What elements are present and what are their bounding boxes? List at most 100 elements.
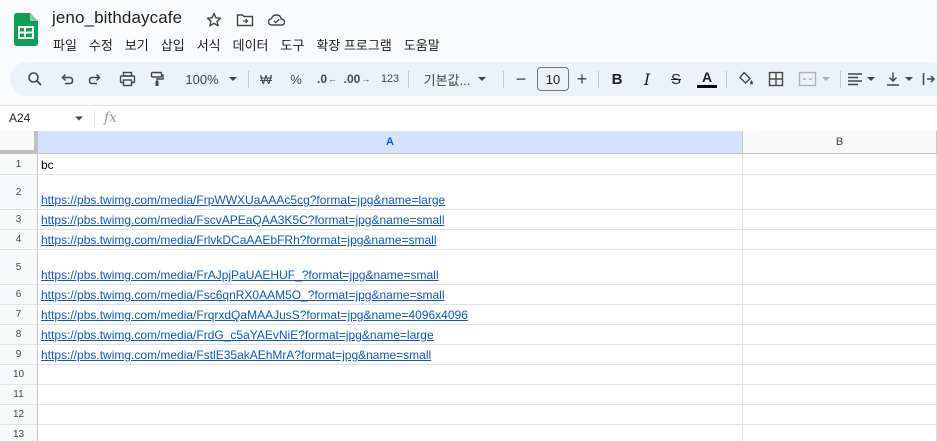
bold-button[interactable]: B [606,62,628,96]
row-header[interactable]: 3 [0,210,38,230]
toolbar: 100% ₩ % .0 ← .00 → 123 기본값... − 10 + B I … [10,62,937,96]
cell-a[interactable]: https://pbs.twimg.com/media/FrlvkDCaAAEb… [38,230,743,250]
menu-edit[interactable]: 수정 [83,33,119,56]
cell-b[interactable] [743,345,937,365]
cell-a[interactable] [38,425,743,441]
align-left-icon[interactable] [846,62,878,96]
cell-b[interactable] [743,154,937,175]
star-icon[interactable] [203,9,225,31]
select-all-corner[interactable] [0,131,38,154]
menu-format[interactable]: 서식 [191,33,227,56]
font-size-increase-button[interactable]: + [572,62,592,96]
strikethrough-button[interactable]: S [665,62,687,96]
document-title[interactable]: jeno_bithdaycafe [52,8,182,28]
cell-a[interactable] [38,385,743,405]
row-header[interactable]: 2 [0,175,38,210]
cell-b[interactable] [743,230,937,250]
menu-tools[interactable]: 도구 [275,33,311,56]
row-header[interactable]: 1 [0,154,38,175]
row-header[interactable]: 9 [0,345,38,365]
row-header[interactable]: 11 [0,385,38,405]
cell-a[interactable] [38,405,743,425]
cell-b[interactable] [743,405,937,425]
paint-format-icon[interactable] [146,62,168,96]
font-select[interactable]: 기본값... [416,62,496,96]
row-header[interactable]: 13 [0,425,38,441]
cell-b[interactable] [743,210,937,230]
font-size-decrease-button[interactable]: − [511,62,531,96]
column-header-a[interactable]: A [38,131,743,154]
valign-bottom-icon[interactable] [884,62,916,96]
chevron-down-icon [228,77,237,81]
zoom-select[interactable]: 100% [178,62,244,96]
cell-b[interactable] [743,285,937,305]
column-header-b[interactable]: B [743,131,937,154]
cell-b[interactable] [743,250,937,285]
italic-button[interactable]: I [636,62,658,96]
row-header[interactable]: 12 [0,405,38,425]
toolbar-divider [840,71,841,88]
undo-icon[interactable] [56,62,78,96]
font-size-input[interactable]: 10 [537,67,569,91]
cell-a[interactable]: https://pbs.twimg.com/media/Fsc6qnRX0AAM… [38,285,743,305]
decimal-increase-button[interactable]: .00 → [343,62,371,96]
cell-link[interactable]: https://pbs.twimg.com/media/Fsc6qnRX0AAM… [41,288,445,302]
row-header[interactable]: 7 [0,305,38,325]
title-bar: jeno_bithdaycafe 파일 수정 보기 삽입 서식 데이터 도구 확… [0,0,937,58]
row-header[interactable]: 10 [0,365,38,385]
fx-icon: fx [104,110,118,126]
text-wrap-icon[interactable] [921,62,937,96]
merge-cells-icon[interactable] [795,62,835,96]
print-icon[interactable] [116,62,138,96]
cell-a[interactable]: https://pbs.twimg.com/media/FrqrxdQaMAAJ… [38,305,743,325]
cell-b[interactable] [743,175,937,210]
cell-link[interactable]: https://pbs.twimg.com/media/FrdG_c5aYAEv… [41,328,434,342]
cell-link[interactable]: https://pbs.twimg.com/media/FrlvkDCaAAEb… [41,233,436,247]
decimal-decrease-button[interactable]: .0 ← [313,62,341,96]
cell-b[interactable] [743,325,937,345]
menu-help[interactable]: 도움말 [398,33,446,56]
toolbar-divider [598,71,599,88]
cell-a[interactable]: https://pbs.twimg.com/media/FrpWWXUaAAAc… [38,175,743,210]
menu-insert[interactable]: 삽입 [155,33,191,56]
cell-link[interactable]: https://pbs.twimg.com/media/FrpWWXUaAAAc… [41,193,445,207]
cell-link[interactable]: https://pbs.twimg.com/media/FscvAPEaQAA3… [41,213,445,227]
menu-extensions[interactable]: 확장 프로그램 [310,33,397,56]
decimal-decrease-label: .0 [316,72,327,86]
cell-a[interactable]: https://pbs.twimg.com/media/FrAJpjPaUAEH… [38,250,743,285]
cell-link[interactable]: https://pbs.twimg.com/media/FrAJpjPaUAEH… [41,268,438,282]
name-box[interactable]: A24 [9,111,30,125]
number-format-button[interactable]: 123 [376,62,404,96]
move-folder-icon[interactable] [234,9,256,31]
menu-file[interactable]: 파일 [47,33,83,56]
cell-a[interactable] [38,365,743,385]
chevron-down-icon[interactable] [74,116,84,122]
row-header[interactable]: 6 [0,285,38,305]
percent-button[interactable]: % [286,62,306,96]
menu-view[interactable]: 보기 [119,33,155,56]
row-header[interactable]: 8 [0,325,38,345]
menu-data[interactable]: 데이터 [227,33,275,56]
borders-icon[interactable] [764,62,788,96]
formula-input[interactable] [130,111,930,127]
cloud-saved-icon[interactable] [265,9,287,31]
cell-link[interactable]: https://pbs.twimg.com/media/FstlE35akAEh… [41,348,431,362]
search-icon[interactable] [24,62,46,96]
cell-a[interactable]: https://pbs.twimg.com/media/FstlE35akAEh… [38,345,743,365]
formula-divider [94,110,95,128]
cell-b[interactable] [743,385,937,405]
cell-link[interactable]: https://pbs.twimg.com/media/FrqrxdQaMAAJ… [41,308,468,322]
fill-color-icon[interactable] [734,62,758,96]
sheets-logo[interactable] [14,13,38,46]
cell-b[interactable] [743,425,937,441]
cell-a[interactable]: https://pbs.twimg.com/media/FrdG_c5aYAEv… [38,325,743,345]
cell-b[interactable] [743,305,937,325]
cell-a[interactable]: https://pbs.twimg.com/media/FscvAPEaQAA3… [38,210,743,230]
row-header[interactable]: 5 [0,250,38,285]
currency-button[interactable]: ₩ [256,62,276,96]
cell-b[interactable] [743,365,937,385]
redo-icon[interactable] [84,62,106,96]
text-color-button[interactable]: A [695,62,719,96]
row-header[interactable]: 4 [0,230,38,250]
cell-a[interactable]: bc [38,154,743,175]
